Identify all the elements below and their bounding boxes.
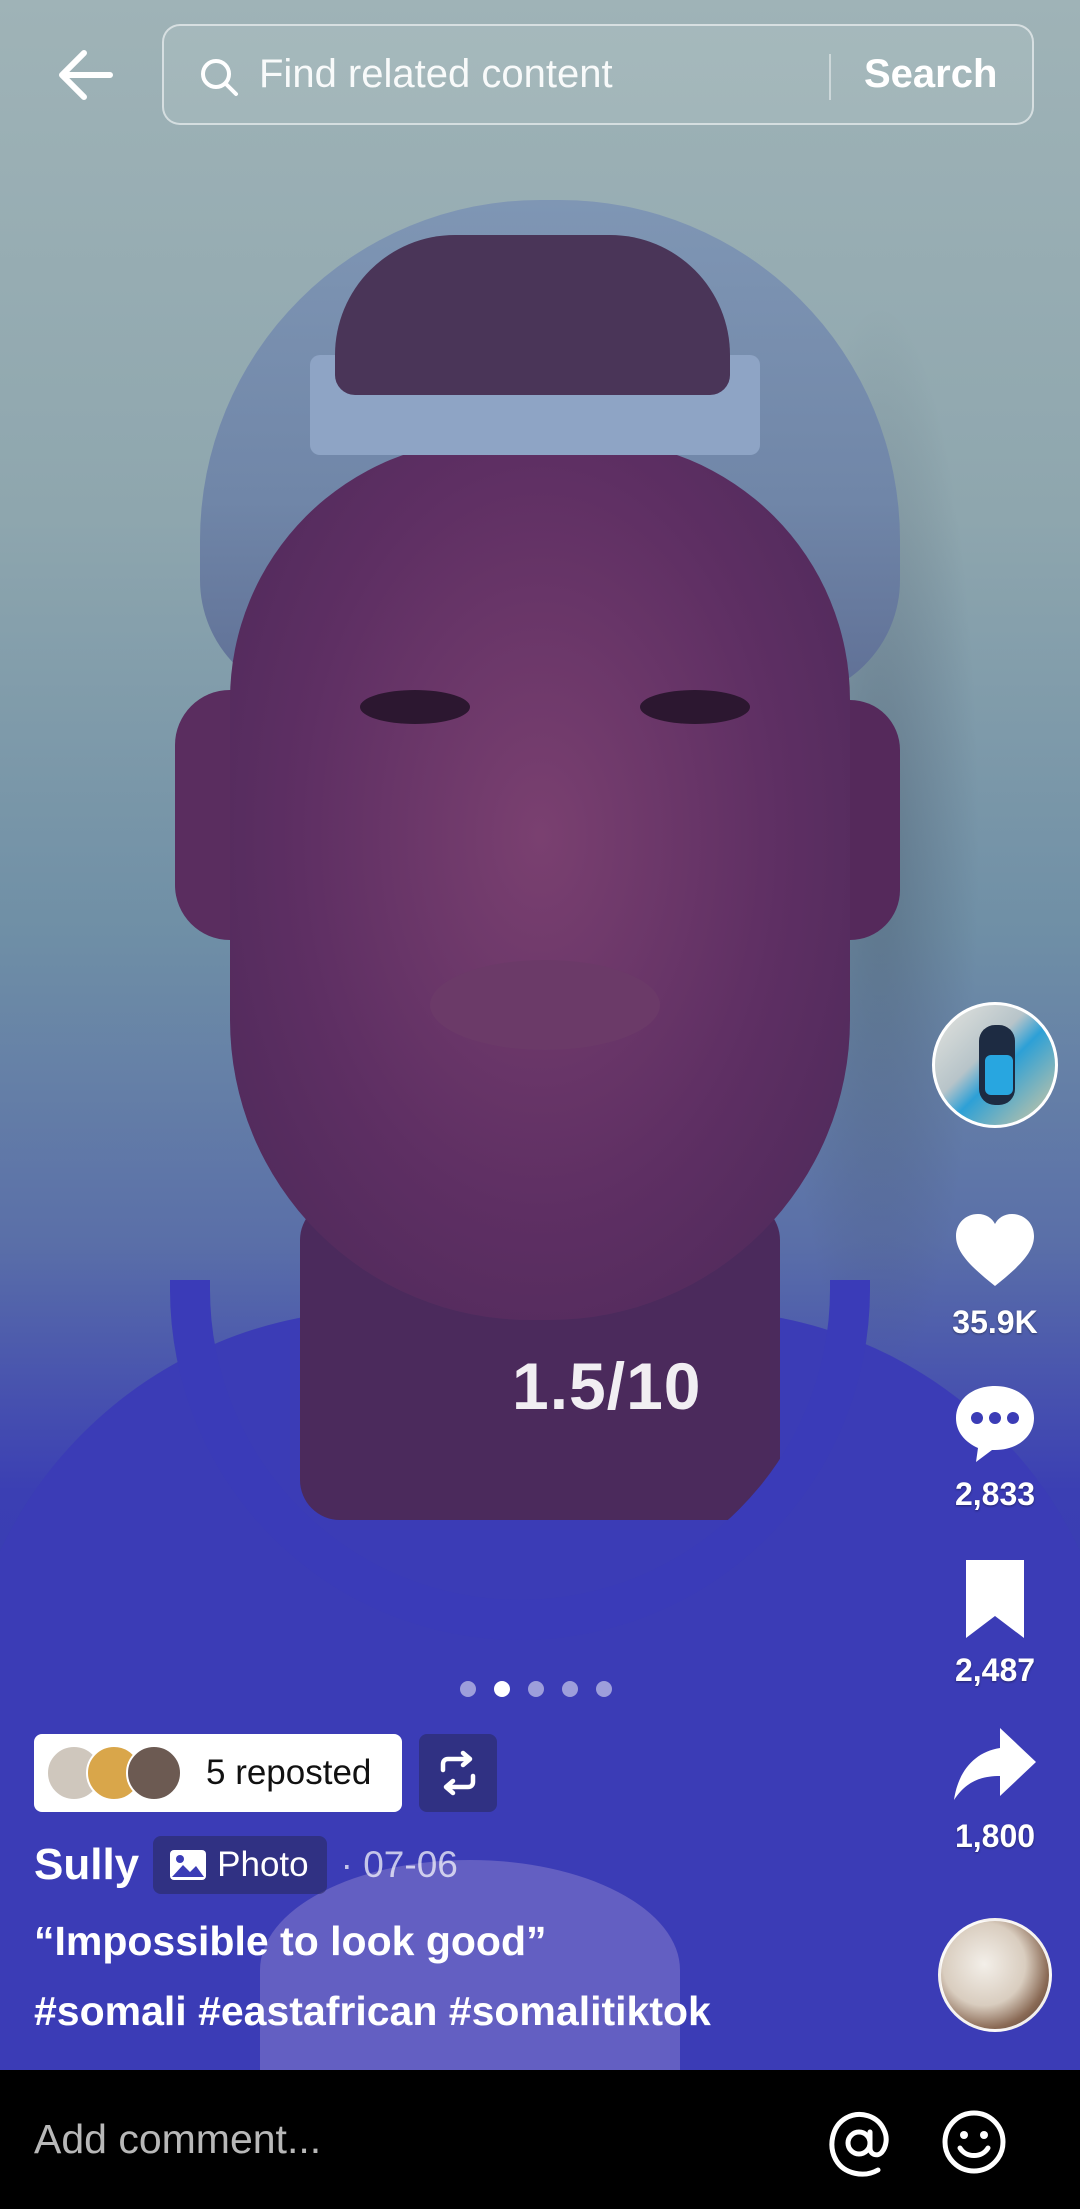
avatar-figure-shirt (985, 1055, 1013, 1095)
pagination-dot[interactable] (460, 1681, 476, 1697)
save-count: 2,487 (954, 1652, 1036, 1688)
at-icon[interactable] (824, 2108, 894, 2178)
pagination-dot[interactable] (562, 1681, 578, 1697)
search-field[interactable]: Find related content Search (162, 24, 1034, 125)
pagination-dot-active[interactable] (494, 1681, 510, 1697)
photo-face (230, 440, 850, 1320)
post-hashtags[interactable]: #somali #eastafrican #somalitiktok (34, 1988, 711, 2035)
share-icon (954, 1728, 1036, 1800)
search-placeholder: Find related content (259, 52, 613, 96)
comment-icon (956, 1386, 1034, 1462)
back-button[interactable] (52, 42, 118, 108)
pagination-dot[interactable] (596, 1681, 612, 1697)
reposted-chip[interactable]: 5 reposted (34, 1734, 402, 1812)
music-disc[interactable] (938, 1918, 1052, 2032)
photo-cap-hole (335, 235, 730, 395)
back-arrow-icon (59, 50, 113, 100)
photo-icon (170, 1850, 207, 1880)
creator-avatar[interactable] (932, 1002, 1058, 1128)
search-icon (201, 59, 238, 96)
like-button[interactable]: 35.9K (930, 1206, 1060, 1341)
post-date: · 07-06 (340, 1844, 458, 1885)
top-bar: Find related content Search (0, 24, 1080, 126)
like-count: 35.9K (952, 1304, 1038, 1340)
heart-icon (956, 1214, 1034, 1286)
photo-overlay-text: 1.5/10 (512, 1349, 702, 1423)
photo-mouth (430, 960, 660, 1050)
search-button[interactable]: Search (864, 52, 997, 97)
bookmark-icon (966, 1560, 1024, 1638)
author-name[interactable]: Sully (34, 1840, 139, 1890)
reposter-avatars (46, 1745, 196, 1801)
comment-input[interactable]: Add comment... (34, 2116, 321, 2163)
comment-button[interactable]: 2,833 (930, 1378, 1060, 1513)
repost-icon (440, 1750, 476, 1796)
author-line: Sully Photo · 07-06 (34, 1835, 458, 1895)
share-count: 1,800 (954, 1818, 1036, 1854)
search-divider (829, 54, 831, 100)
comment-bar: Add comment... (0, 2070, 1080, 2209)
emoji-icon[interactable] (940, 2108, 1008, 2176)
share-button[interactable]: 1,800 (930, 1720, 1060, 1855)
pagination-dot[interactable] (528, 1681, 544, 1697)
repost-button[interactable] (419, 1734, 497, 1812)
save-button[interactable]: 2,487 (930, 1554, 1060, 1689)
post-caption: “Impossible to look good” (34, 1918, 547, 1964)
photo-eye-right (640, 690, 750, 724)
reposter-avatar (126, 1745, 182, 1801)
reposted-label: 5 reposted (206, 1753, 372, 1792)
comment-count: 2,833 (954, 1476, 1036, 1512)
photo-eye-left (360, 690, 470, 724)
photo-pagination (460, 1681, 612, 1701)
photo-type-tag: Photo (153, 1836, 327, 1894)
photo-type-label: Photo (217, 1845, 309, 1884)
